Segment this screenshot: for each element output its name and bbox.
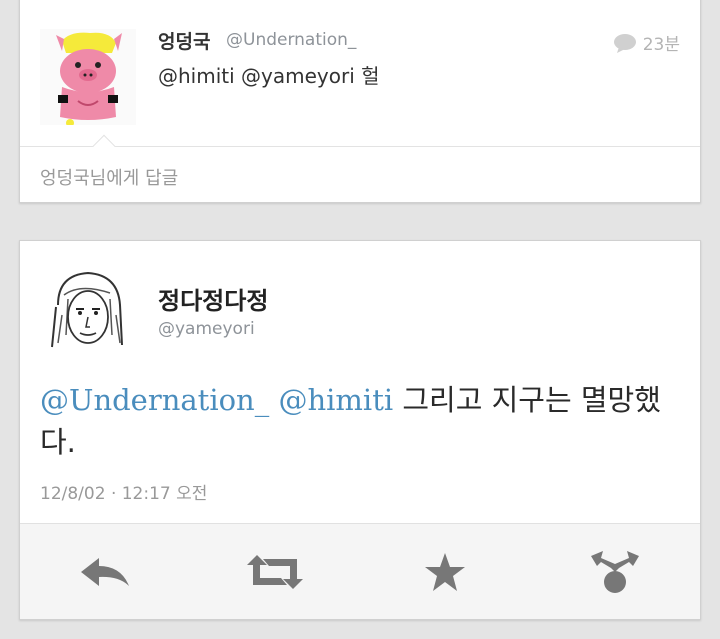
sketch-avatar[interactable] xyxy=(40,265,136,361)
time-text: 23분 xyxy=(642,35,680,55)
mention-link[interactable]: @himiti xyxy=(278,383,393,417)
main-tweet-card: 정다정다정 @yameyori @Undernation_ @himiti 그리… xyxy=(19,240,701,620)
author-handle[interactable]: @yameyori xyxy=(158,319,255,339)
favorite-button[interactable] xyxy=(413,544,477,600)
favorite-icon xyxy=(425,552,465,591)
author-name[interactable]: 정다정다정 xyxy=(158,281,268,316)
reply-icon xyxy=(81,557,129,586)
action-bar xyxy=(20,523,700,619)
share-icon xyxy=(591,550,639,593)
tweet-text: @Undernation_ @himiti 그리고 지구는 멸망했다. xyxy=(40,379,680,463)
pig-avatar[interactable] xyxy=(40,29,136,125)
tweet-time: 23분 xyxy=(613,30,680,55)
comment-icon xyxy=(613,33,636,53)
retweet-icon xyxy=(247,554,303,589)
reply-button[interactable] xyxy=(73,544,137,600)
reply-caret xyxy=(92,134,116,158)
retweet-button[interactable] xyxy=(243,544,307,600)
mention-link[interactable]: @Undernation_ xyxy=(40,383,269,417)
author-name[interactable]: 엉덩국 xyxy=(158,27,210,54)
divider xyxy=(20,146,700,147)
tweet-text: @himiti @yameyori 헐 xyxy=(158,64,380,88)
share-button[interactable] xyxy=(583,544,647,600)
author-handle[interactable]: @Undernation_ xyxy=(226,30,356,50)
tweet-timestamp: 12/8/02 · 12:17 오전 xyxy=(40,484,208,504)
previous-tweet-card[interactable]: 엉덩국 @Undernation_ 23분 @himiti @yameyori … xyxy=(19,0,701,203)
reply-input[interactable]: 엉덩국님에게 답글 xyxy=(40,164,178,190)
